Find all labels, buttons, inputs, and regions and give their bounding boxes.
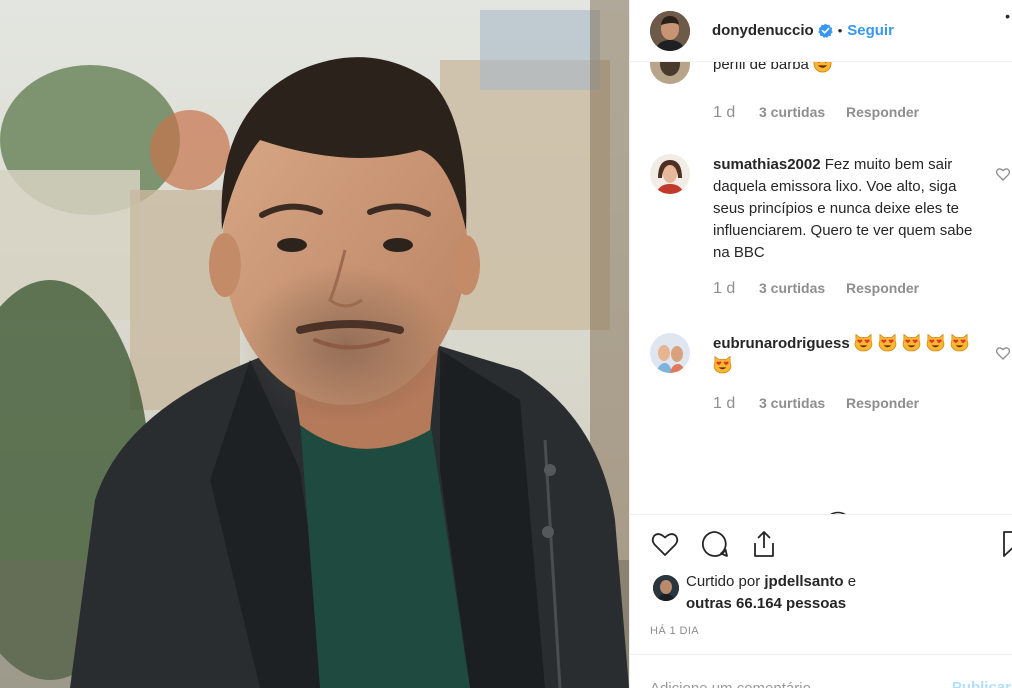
comment-meta: 1 d 3 curtidas Responder [713, 280, 919, 298]
heart-eyes-cat-emoji-icon [950, 333, 969, 352]
author-username[interactable]: donydenuccio [712, 22, 814, 39]
comment-input[interactable] [650, 677, 920, 688]
heart-eyes-emoji-icon [813, 62, 832, 73]
post-side-panel: donydenuccio • Seguir • perfil de barba [629, 0, 1012, 688]
comment-username[interactable]: eubrunarodriguess [713, 335, 850, 352]
comment-meta: 1 d 3 curtidas Responder [713, 395, 919, 413]
liked-by-text: Curtido por jpdellsanto e outras 66.164 … [686, 571, 1006, 615]
comment-text: perfil de barba [713, 62, 983, 76]
more-options-icon[interactable]: • [1005, 8, 1011, 24]
verified-badge-icon [817, 23, 833, 38]
bookmark-icon[interactable] [1001, 529, 1012, 559]
header-separator: • [837, 23, 843, 38]
comment-item: perfil de barba 1 d 3 curtidas Responder [650, 62, 1005, 134]
heart-eyes-cat-emoji-icon [854, 333, 873, 352]
comment-text: sumathias2002 Fez muito bem sair daquela… [713, 156, 973, 261]
comment-reply-button[interactable]: Responder [846, 280, 919, 296]
add-comment-bar: Publicar [630, 654, 1012, 688]
post-actions: Curtido por jpdellsanto e outras 66.164 … [630, 514, 1012, 654]
heart-eyes-cat-emoji-icon [902, 333, 921, 352]
follow-button[interactable]: Seguir [847, 22, 894, 39]
author-avatar[interactable] [650, 10, 690, 51]
comment-like-heart-icon[interactable] [995, 166, 1011, 182]
liked-by-others[interactable]: outras 66.164 pessoas [686, 595, 846, 612]
comment-meta: 1 d 3 curtidas Responder [713, 104, 919, 122]
heart-eyes-cat-emoji-icon [713, 355, 732, 374]
publish-button[interactable]: Publicar [952, 679, 1011, 688]
comment-age[interactable]: 1 d [713, 280, 759, 298]
comment-icon[interactable] [700, 529, 730, 559]
heart-eyes-cat-emoji-icon [878, 333, 897, 352]
commenter-avatar[interactable] [650, 154, 690, 194]
comment-username[interactable]: sumathias2002 [713, 156, 821, 173]
heart-icon[interactable] [650, 529, 680, 559]
liked-by-user[interactable]: jpdellsanto [764, 573, 843, 590]
liker-avatar[interactable] [653, 575, 679, 601]
comment-age[interactable]: 1 d [713, 395, 759, 413]
commenter-avatar[interactable] [650, 333, 690, 373]
comments-list[interactable]: perfil de barba 1 d 3 curtidas Responder [630, 62, 1012, 514]
post-photo[interactable] [0, 0, 629, 688]
comment-text: eubrunarodriguess [713, 333, 983, 377]
comment-reply-button[interactable]: Responder [846, 104, 919, 120]
post-header: donydenuccio • Seguir • [630, 0, 1012, 62]
comment-likes-count[interactable]: 3 curtidas [759, 395, 846, 411]
commenter-avatar[interactable] [650, 62, 690, 84]
comment-age[interactable]: 1 d [713, 104, 759, 122]
post-photo-illustration [0, 0, 629, 688]
comment-reply-button[interactable]: Responder [846, 395, 919, 411]
comment-likes-count[interactable]: 3 curtidas [759, 280, 846, 296]
comment-like-heart-icon[interactable] [995, 345, 1011, 361]
post-timestamp[interactable]: HÁ 1 DIA [650, 625, 699, 637]
comment-item: sumathias2002 Fez muito bem sair daquela… [650, 154, 1011, 304]
comment-likes-count[interactable]: 3 curtidas [759, 104, 846, 120]
liked-by-conjunction: e [847, 573, 857, 590]
share-icon[interactable] [749, 529, 779, 559]
liked-by-prefix: Curtido por [686, 573, 761, 590]
heart-eyes-cat-emoji-icon [926, 333, 945, 352]
comment-item: eubrunarodriguess 1 d 3 curtidas Respond… [650, 333, 1011, 433]
